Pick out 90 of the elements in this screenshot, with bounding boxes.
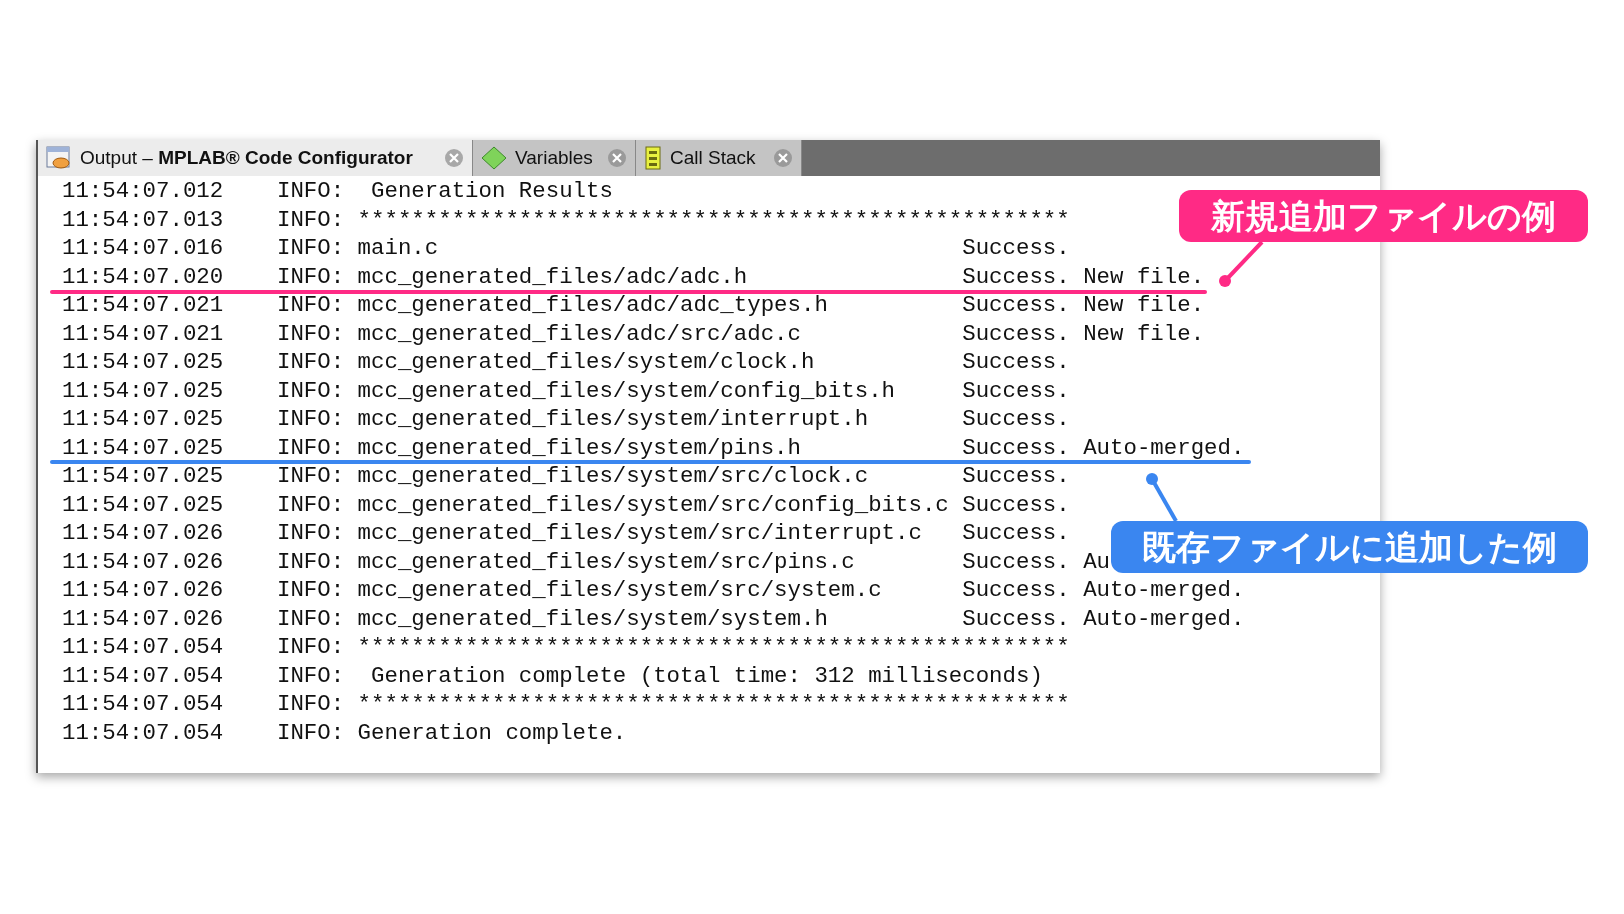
log-time: 11:54:07.026 <box>62 547 224 576</box>
log-time: 11:54:07.054 <box>62 690 224 719</box>
log-level: INFO: <box>276 690 346 719</box>
log-message: ***************************************************** <box>357 690 1070 719</box>
close-icon[interactable] <box>773 148 793 168</box>
log-time: 11:54:07.025 <box>62 462 224 491</box>
log-message: mcc_generated_files/system/src/pins.c <box>357 547 856 576</box>
log-message: mcc_generated_files/system/interrupt.h <box>357 405 870 434</box>
log-time: 11:54:07.054 <box>62 661 224 690</box>
log-level: INFO: <box>276 462 346 491</box>
log-status: Success. New file. <box>962 319 1205 348</box>
log-message: mcc_generated_files/system/clock.h <box>357 348 816 377</box>
log-status: Success. Auto-merged. <box>962 576 1245 605</box>
log-message: mcc_generated_files/system/system.h <box>357 604 829 633</box>
tab[interactable]: Output – MPLAB® Code Configurator <box>38 140 473 176</box>
log-message: mcc_generated_files/system/src/system.c <box>357 576 883 605</box>
log-message: Generation complete. <box>357 718 628 747</box>
log-status: Success. <box>962 462 1070 491</box>
log-level: INFO: <box>276 205 346 234</box>
log-time: 11:54:07.025 <box>62 348 224 377</box>
log-time: 11:54:07.054 <box>62 718 224 747</box>
log-level: INFO: <box>276 433 346 462</box>
log-status: Success. Auto-merged. <box>962 604 1245 633</box>
log-level: INFO: <box>276 633 346 662</box>
diamond-icon <box>481 146 507 170</box>
log-level: INFO: <box>276 519 346 548</box>
log-message: mcc_generated_files/adc/src/adc.c <box>357 319 802 348</box>
log-status: Success. New file. <box>962 291 1205 320</box>
log-time: 11:54:07.026 <box>62 604 224 633</box>
log-message: main.c <box>357 234 440 263</box>
log-status: Success. New file. <box>962 262 1205 291</box>
log-level: INFO: <box>276 576 346 605</box>
log-level: INFO: <box>276 490 346 519</box>
log-level: INFO: <box>276 348 346 377</box>
log-time: 11:54:07.021 <box>62 319 224 348</box>
log-level: INFO: <box>276 604 346 633</box>
output-window-icon <box>46 146 72 170</box>
log-message: mcc_generated_files/system/src/config_bits.c <box>357 490 950 519</box>
log-level: INFO: <box>276 376 346 405</box>
log-status: Success. Auto-merged. <box>962 433 1245 462</box>
log-message: mcc_generated_files/system/src/clock.c <box>357 462 870 491</box>
log-message: mcc_generated_files/system/config_bits.h <box>357 376 897 405</box>
callout-label: 新規追加ファイルの例 <box>1179 190 1588 242</box>
tab-label: Variables <box>515 145 594 170</box>
callout-label: 既存ファイルに追加した例 <box>1111 521 1588 573</box>
log-message: mcc_generated_files/system/src/interrupt.c <box>357 519 923 548</box>
log-level: INFO: <box>276 718 346 747</box>
log-time: 11:54:07.054 <box>62 633 224 662</box>
log-time: 11:54:07.025 <box>62 405 224 434</box>
log-level: INFO: <box>276 547 346 576</box>
log-time: 11:54:07.025 <box>62 376 224 405</box>
log-level: INFO: <box>276 405 346 434</box>
log-status: Success. <box>962 519 1070 548</box>
tab-label: Call Stack <box>670 145 757 170</box>
leader-line <box>1146 473 1178 522</box>
log-level: INFO: <box>276 177 346 206</box>
log-level: INFO: <box>276 661 346 690</box>
log-time: 11:54:07.025 <box>62 490 224 519</box>
log-message: Generation Results <box>370 177 614 206</box>
log-status: Success. Au <box>962 547 1111 576</box>
log-time: 11:54:07.026 <box>62 519 224 548</box>
close-icon[interactable] <box>444 148 464 168</box>
log-time: 11:54:07.021 <box>62 291 224 320</box>
log-level: INFO: <box>276 262 346 291</box>
log-level: INFO: <box>276 291 346 320</box>
leader-line <box>1219 240 1264 287</box>
log-message: Generation complete (total time: 312 milliseconds) <box>370 661 1043 690</box>
tab[interactable]: Call Stack <box>636 140 802 176</box>
tab[interactable]: Variables <box>473 140 636 176</box>
log-time: 11:54:07.026 <box>62 576 224 605</box>
log-level: INFO: <box>276 234 346 263</box>
tab-label: Output – MPLAB® Code Configurator <box>80 145 414 170</box>
log-message: ***************************************************** <box>357 205 1070 234</box>
log-time: 11:54:07.012 <box>62 177 224 206</box>
log-status: Success. <box>962 376 1070 405</box>
log-message: ***************************************************** <box>357 633 1070 662</box>
log-message: mcc_generated_files/system/pins.h <box>357 433 802 462</box>
log-status: Success. <box>962 490 1070 519</box>
log-message: mcc_generated_files/adc/adc_types.h <box>357 291 829 320</box>
stack-icon <box>644 146 662 170</box>
log-status: Success. <box>962 405 1070 434</box>
log-time: 11:54:07.013 <box>62 205 224 234</box>
log-status: Success. <box>962 234 1070 263</box>
log-level: INFO: <box>276 319 346 348</box>
log-time: 11:54:07.020 <box>62 262 224 291</box>
log-message: mcc_generated_files/adc/adc.h <box>357 262 749 291</box>
log-time: 11:54:07.025 <box>62 433 224 462</box>
log-time: 11:54:07.016 <box>62 234 224 263</box>
log-status: Success. <box>962 348 1070 377</box>
close-icon[interactable] <box>607 148 627 168</box>
